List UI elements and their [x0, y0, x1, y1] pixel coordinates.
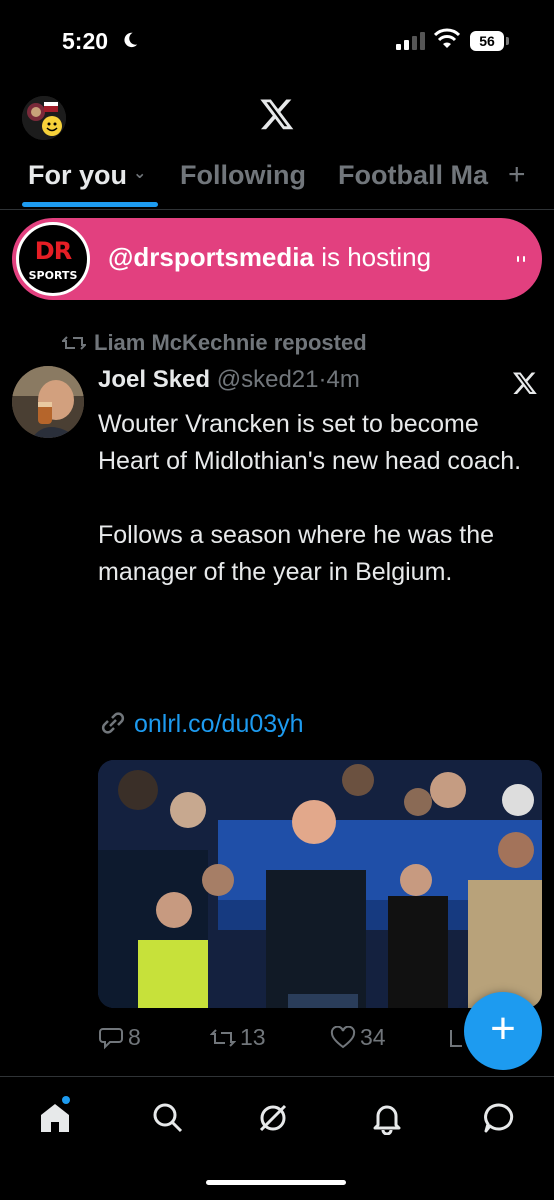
- repost-icon: [209, 1029, 237, 1047]
- cellular-signal-icon: [396, 32, 425, 50]
- live-space-banner[interactable]: DR SPORTS @drsportsmedia is hosting: [12, 218, 542, 300]
- tweet-text: Wouter Vrancken is set to become Heart o…: [98, 406, 538, 628]
- notifications-icon[interactable]: [370, 1101, 404, 1135]
- search-icon[interactable]: [151, 1101, 185, 1135]
- repost-context[interactable]: Liam McKechnie reposted: [62, 330, 367, 356]
- space-host-avatar: DR SPORTS: [16, 222, 90, 296]
- tweet-link[interactable]: onlrl.co/du03yh: [98, 710, 304, 739]
- status-time: 5:20: [62, 28, 109, 54]
- like-count: 34: [360, 1024, 386, 1050]
- media-photo: [98, 760, 542, 1008]
- tab-for-you[interactable]: For you ⌄: [28, 160, 146, 191]
- reply-button[interactable]: 8: [98, 1024, 141, 1051]
- x-logo-icon[interactable]: [258, 96, 296, 132]
- reply-icon: [99, 1028, 123, 1050]
- space-status: is hosting: [313, 242, 432, 272]
- repost-count: 13: [240, 1024, 266, 1050]
- tweet-link-text: onlrl.co/du03yh: [134, 710, 304, 738]
- tweet-time[interactable]: 4m: [327, 366, 360, 393]
- grok-icon[interactable]: [256, 1101, 290, 1135]
- status-bar: 5:20 56: [0, 0, 554, 86]
- timeline-tabs: For you ⌄ Following Football Ma +: [0, 150, 554, 210]
- battery-nub: [506, 37, 509, 45]
- profile-avatar[interactable]: [22, 96, 66, 140]
- author-name[interactable]: Joel Sked: [98, 366, 210, 393]
- space-host-text: @drsportsmedia is hosting: [108, 242, 431, 273]
- battery-indicator: 56: [470, 31, 504, 51]
- author-line: Joel Sked @sked21·4m: [98, 366, 360, 394]
- repost-button[interactable]: 13: [209, 1024, 266, 1051]
- tweet-media-image[interactable]: [98, 760, 542, 1008]
- wifi-icon: [434, 28, 460, 48]
- tab-following[interactable]: Following: [180, 160, 306, 191]
- space-host-logo-text: DR: [34, 237, 72, 265]
- chevron-down-icon[interactable]: ⌄: [133, 163, 146, 183]
- tweet-paragraph: Follows a season where he was the manage…: [98, 521, 495, 586]
- like-button[interactable]: 34: [330, 1024, 386, 1051]
- space-host-handle: @drsportsmedia: [108, 242, 314, 272]
- x-icon[interactable]: [512, 370, 538, 396]
- compose-button[interactable]: +: [464, 992, 542, 1070]
- home-unread-dot: [62, 1096, 70, 1104]
- home-icon[interactable]: [38, 1101, 72, 1135]
- tweet-separator: ·: [318, 366, 327, 393]
- author-avatar[interactable]: [12, 366, 84, 438]
- heart-icon: [330, 1025, 356, 1049]
- repost-icon: [62, 336, 86, 350]
- tab-for-you-label: For you: [28, 160, 127, 190]
- active-tab-indicator: [22, 202, 158, 207]
- link-icon: [101, 712, 125, 734]
- home-indicator[interactable]: [206, 1180, 346, 1185]
- author-handle[interactable]: @sked21: [217, 366, 319, 393]
- reply-count: 8: [128, 1024, 141, 1050]
- add-tab-button[interactable]: +: [508, 158, 526, 192]
- author-avatar-image: [12, 366, 84, 438]
- messages-icon[interactable]: [482, 1101, 516, 1135]
- tab-football[interactable]: Football Ma: [338, 160, 508, 191]
- space-host-logo-subtext: SPORTS: [28, 269, 78, 282]
- tweet-paragraph: Wouter Vrancken is set to become Heart o…: [98, 410, 522, 475]
- live-audio-icon: [517, 256, 525, 262]
- repost-context-text: Liam McKechnie reposted: [94, 330, 367, 355]
- moon-icon: [124, 32, 138, 48]
- profile-avatar-image: [22, 96, 66, 140]
